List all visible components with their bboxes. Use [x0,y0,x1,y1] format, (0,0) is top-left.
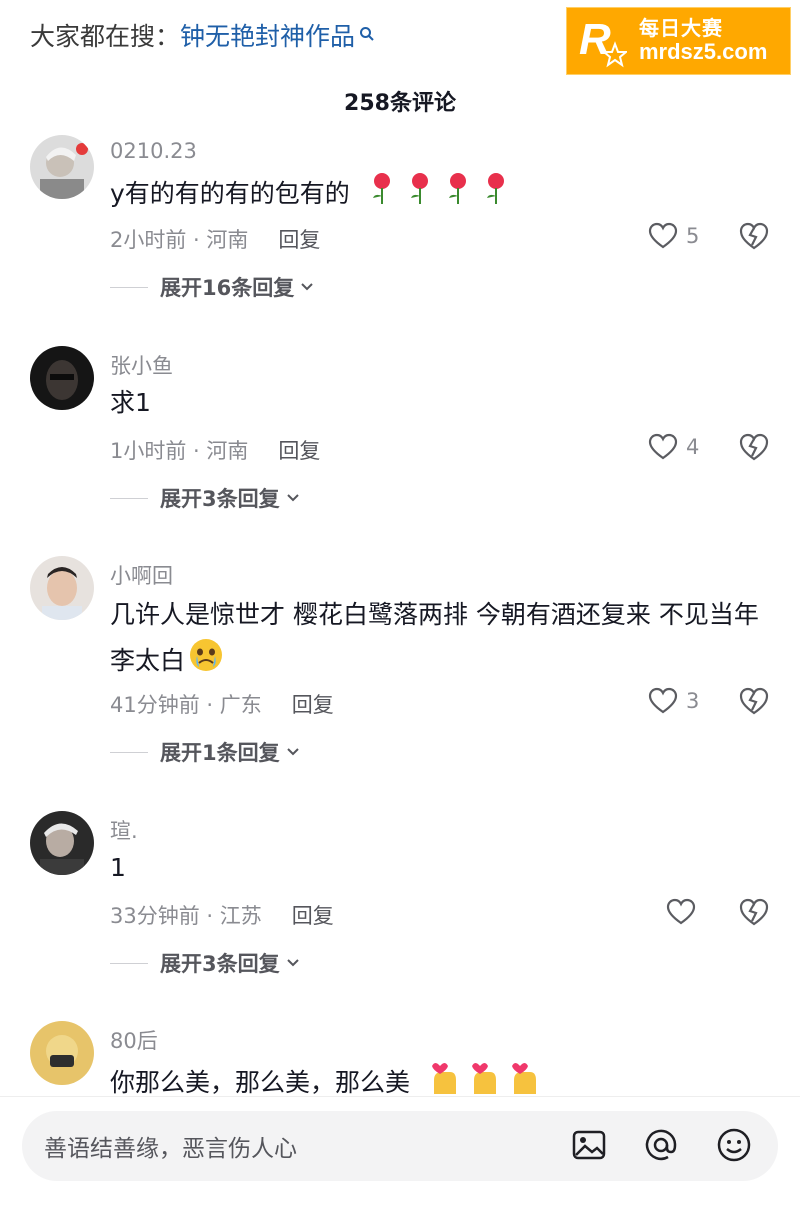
expand-replies-label: 展开3条回复 [160,487,280,511]
comment-author[interactable]: 80后 [110,1025,158,1055]
search-suggestion-prefix: 大家都在搜： [30,22,181,51]
search-suggestion-bar[interactable]: 大家都在搜： 钟无艳封神作品 [30,18,375,52]
comment-text: 1 [110,853,126,882]
dislike-button[interactable] [738,897,770,927]
dislike-button[interactable] [738,221,770,251]
chevron-down-icon [286,494,299,502]
avatar[interactable] [30,556,94,620]
reply-button[interactable]: 回复 [278,435,320,465]
expand-replies-label: 展开16条回复 [160,276,295,300]
comment-text: y有的有的有的包有的 [110,179,350,208]
chevron-down-icon [301,283,313,291]
divider-line [110,286,148,288]
like-count: 5 [686,224,700,248]
divider-line [110,751,148,753]
like-button[interactable]: 3 [648,687,699,715]
watermark-cn: 每日大赛 [639,17,723,40]
crying-face-emoji [187,637,225,687]
comment-time-location: 1小时前 · 河南 [110,439,249,463]
comment-input[interactable]: 善语结善缘，恶言伤人心 [22,1111,778,1181]
like-button[interactable]: 5 [648,222,699,250]
at-icon[interactable] [642,1126,680,1164]
like-button[interactable] [666,898,696,926]
dislike-button[interactable] [738,432,770,462]
comment-author[interactable]: 小啊回 [110,560,173,590]
expand-replies-button[interactable]: 展开16条回复 [110,272,314,302]
comment-author[interactable]: 张小鱼 [110,350,173,380]
comment-text: 你那么美，那么美，那么美 [110,1068,411,1097]
chevron-down-icon [286,748,299,756]
broken-heart-icon [739,433,769,461]
watermark-badge: R 每日大赛 mrdsz5.com [566,7,791,75]
rose-emoji-group [368,170,508,220]
search-suggestion-query[interactable]: 钟无艳封神作品 [180,17,355,53]
heart-outline-icon [648,222,678,249]
expand-replies-button[interactable]: 展开3条回复 [110,948,300,978]
broken-heart-icon [739,687,769,715]
dislike-button[interactable] [738,686,770,716]
avatar[interactable] [30,346,94,410]
search-icon [359,19,375,41]
comment-author[interactable]: 0210.23 [110,139,197,163]
comment-text: 求1 [110,388,151,417]
reply-button[interactable]: 回复 [292,689,334,719]
heart-outline-icon [666,898,696,925]
divider-line [110,497,148,499]
emoji-icon[interactable] [715,1126,753,1164]
comment-time-location: 41分钟前 · 广东 [110,693,262,717]
comment-count: 258条评论 [344,91,456,116]
heart-outline-icon [648,433,678,460]
comment-time-location: 2小时前 · 河南 [110,228,249,252]
avatar[interactable] [30,811,94,875]
image-icon[interactable] [570,1126,608,1164]
watermark-logo: R [577,14,629,68]
expand-replies-button[interactable]: 展开3条回复 [110,483,300,513]
reply-button[interactable]: 回复 [278,224,320,254]
like-count: 4 [686,435,700,459]
broken-heart-icon [739,898,769,926]
expand-replies-button[interactable]: 展开1条回复 [110,737,300,767]
divider-line [110,962,148,964]
reply-button[interactable]: 回复 [292,900,334,930]
avatar[interactable] [30,1021,94,1085]
svg-text:R: R [579,15,611,64]
comment-time-location: 33分钟前 · 江苏 [110,904,262,928]
avatar[interactable] [30,135,94,199]
broken-heart-icon [739,222,769,250]
chevron-down-icon [286,959,299,967]
comment-input-bar: 善语结善缘，恶言伤人心 [0,1096,800,1224]
watermark-en: mrdsz5.com [639,38,768,64]
like-count: 3 [686,689,700,713]
heart-outline-icon [648,687,678,714]
comment-author[interactable]: 瑄. [110,815,138,845]
expand-replies-label: 展开3条回复 [160,952,280,976]
like-button[interactable]: 4 [648,433,699,461]
expand-replies-label: 展开1条回复 [160,741,280,765]
comment-input-placeholder: 善语结善缘，恶言伤人心 [44,1136,297,1162]
